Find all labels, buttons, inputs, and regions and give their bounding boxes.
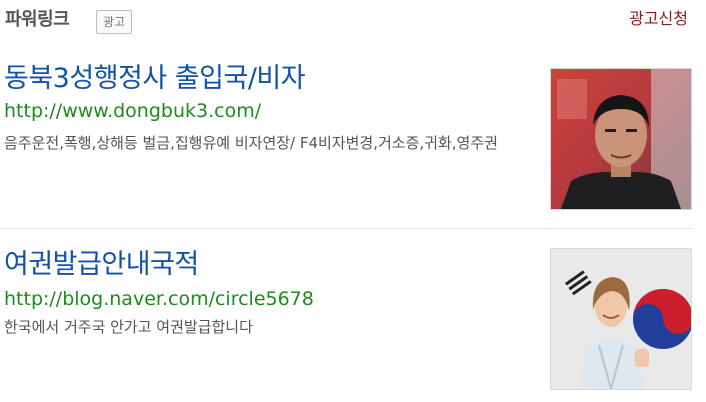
divider <box>0 228 692 229</box>
powerlink-header: 파워링크 광고 광고신청 <box>0 0 706 44</box>
ad-title[interactable]: 동북3성행정사 출입국/비자 <box>4 56 306 95</box>
powerlink-label: 파워링크 <box>5 9 70 30</box>
ad-url[interactable]: http://blog.naver.com/circle5678 <box>4 288 314 310</box>
ad-item[interactable]: 여권발급안내국적 http://blog.naver.com/circle567… <box>0 230 706 402</box>
ad-description: 한국에서 거주국 안가고 여권발급합니다 <box>4 318 253 336</box>
ad-item[interactable]: 동북3성행정사 출입국/비자 http://www.dongbuk3.com/ … <box>0 48 706 228</box>
ad-thumbnail-flag[interactable] <box>550 248 692 390</box>
ad-thumbnail-person[interactable] <box>550 68 692 210</box>
ad-title[interactable]: 여권발급안내국적 <box>4 242 199 281</box>
woman-flag-image <box>551 249 691 389</box>
ad-badge[interactable]: 광고 <box>96 10 133 34</box>
ad-description: 음주운전,폭행,상해등 벌금,집행유예 비자연장/ F4비자변경,거소증,귀화,… <box>4 134 498 152</box>
ad-apply-link[interactable]: 광고신청 <box>629 5 688 29</box>
person-photo-image <box>551 69 691 209</box>
ad-url[interactable]: http://www.dongbuk3.com/ <box>4 100 261 122</box>
